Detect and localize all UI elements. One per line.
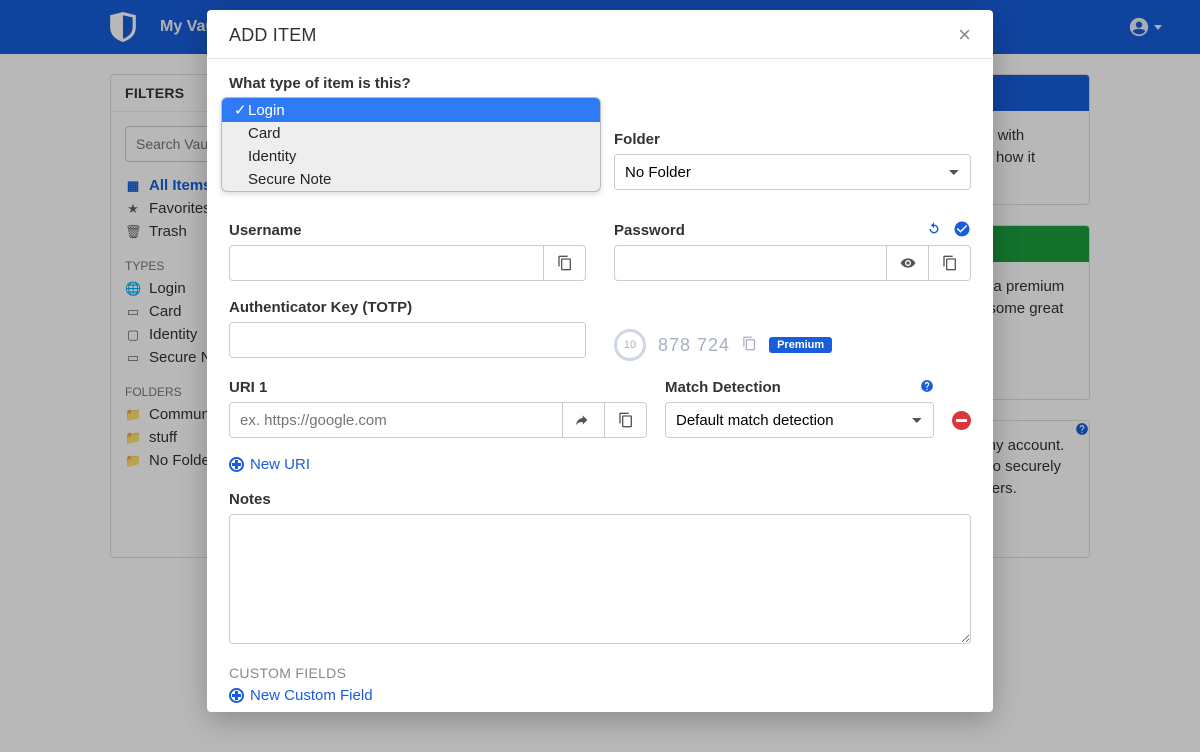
custom-fields-heading: CUSTOM FIELDS (229, 665, 971, 681)
type-option-card[interactable]: Card (222, 122, 600, 145)
remove-uri-button[interactable] (952, 411, 971, 430)
folder-select[interactable]: No Folder (614, 154, 971, 190)
totp-input[interactable] (229, 322, 586, 358)
copy-username-button[interactable] (544, 245, 586, 281)
type-label: What type of item is this? (229, 75, 586, 92)
username-input[interactable] (229, 245, 544, 281)
totp-label: Authenticator Key (TOTP) (229, 299, 586, 316)
copy-uri-button[interactable] (605, 402, 647, 438)
uri-input[interactable] (229, 402, 563, 438)
toggle-password-button[interactable] (887, 245, 929, 281)
uri-label: URI 1 (229, 379, 647, 396)
totp-code: 878 724 (658, 335, 730, 356)
copy-icon (618, 412, 634, 428)
copy-password-button[interactable] (929, 245, 971, 281)
premium-badge: Premium (769, 337, 832, 353)
type-dropdown-open: Login Card Identity Secure Note (221, 97, 601, 192)
new-custom-field-button[interactable]: New Custom Field (229, 687, 971, 704)
plus-circle-icon (229, 457, 244, 472)
type-option-identity[interactable]: Identity (222, 145, 600, 168)
option-label: Identity (248, 148, 296, 165)
option-label: Login (248, 102, 285, 119)
modal-overlay: ADD ITEM × What type of item is this? Lo… (0, 0, 1200, 752)
match-label: Match Detection (665, 379, 934, 396)
folder-label: Folder (614, 131, 971, 148)
plus-circle-icon (229, 688, 244, 703)
notes-textarea[interactable] (229, 514, 971, 644)
match-select[interactable]: Default match detection (665, 402, 934, 438)
password-input[interactable] (614, 245, 887, 281)
close-icon[interactable]: × (958, 24, 971, 46)
type-option-secure-note[interactable]: Secure Note (222, 168, 600, 191)
copy-icon (742, 336, 757, 351)
new-uri-button[interactable]: New URI (229, 456, 971, 473)
check-circle-icon[interactable] (953, 220, 971, 238)
totp-countdown: 10 (614, 329, 646, 361)
add-item-modal: ADD ITEM × What type of item is this? Lo… (207, 10, 993, 712)
share-arrow-icon (576, 412, 592, 428)
option-label: Card (248, 125, 281, 142)
username-label: Username (229, 222, 586, 239)
password-label: Password (614, 222, 971, 239)
modal-title: ADD ITEM (229, 25, 317, 46)
refresh-icon[interactable] (925, 220, 943, 238)
eye-icon (900, 255, 916, 271)
link-label: New URI (250, 456, 310, 473)
option-label: Secure Note (248, 171, 331, 188)
help-icon[interactable] (920, 379, 934, 396)
link-label: New Custom Field (250, 687, 373, 704)
copy-totp-button[interactable] (742, 336, 757, 354)
type-option-login[interactable]: Login (222, 98, 600, 122)
copy-icon (942, 255, 958, 271)
copy-icon (557, 255, 573, 271)
notes-label: Notes (229, 491, 971, 508)
launch-uri-button[interactable] (563, 402, 605, 438)
